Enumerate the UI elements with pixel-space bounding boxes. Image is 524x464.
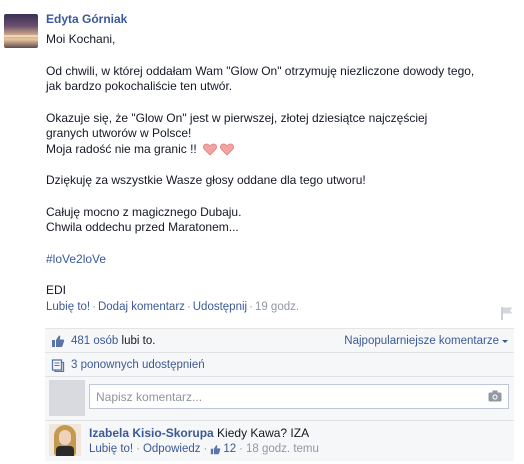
thumbs-up-icon bbox=[52, 335, 65, 347]
feedback-box: 481 osób lubi to. Najpopularniejsze kome… bbox=[45, 328, 514, 461]
caret-down-icon bbox=[502, 339, 508, 343]
comment-like-link[interactable]: Lubię to! bbox=[89, 443, 133, 455]
post-actions: Lubię to! · Dodaj komentarz · Udostępnij · 19 … bbox=[46, 301, 299, 313]
share-link[interactable]: Udostępnij bbox=[193, 301, 247, 313]
post-paragraph: #loVe2loVe bbox=[46, 252, 516, 268]
post-paragraph: Okazuje się, że "Glow On" jest w pierwsz… bbox=[46, 111, 516, 158]
comment-line: Izabela Kisio-Skorupa Kiedy Kawa? IZA bbox=[89, 426, 309, 440]
post-line: Okazuje się, że "Glow On" jest w pierwsz… bbox=[46, 110, 428, 125]
author-avatar[interactable] bbox=[4, 14, 38, 48]
comment: Izabela Kisio-Skorupa Kiedy Kawa? IZA Lu… bbox=[45, 421, 514, 461]
camera-icon[interactable] bbox=[488, 390, 502, 402]
comment-input[interactable]: Napisz komentarz... bbox=[89, 384, 509, 409]
avatar-body bbox=[56, 446, 74, 456]
post-paragraph: Całuję mocno z magicznego Dubaju. Chwila… bbox=[46, 205, 516, 236]
likes-count-link[interactable]: 481 osób bbox=[71, 335, 118, 347]
top-comments-label: Najpopularniejsze komentarze bbox=[344, 334, 499, 347]
post-line: Dziękuję za wszystkie Wasze głosy oddane… bbox=[46, 173, 366, 187]
flag-icon[interactable] bbox=[500, 306, 514, 320]
shares-link[interactable]: 3 ponownych udostępnień bbox=[71, 359, 205, 371]
top-comments-dropdown[interactable]: Najpopularniejsze komentarze bbox=[344, 335, 508, 347]
post-line: Od chwili, w której oddałam Wam "Glow On… bbox=[46, 63, 475, 78]
post-timestamp[interactable]: 19 godz. bbox=[255, 301, 299, 313]
share-icon bbox=[51, 358, 65, 372]
avatar-horizon bbox=[4, 35, 38, 37]
post-line: granych utworów w Polsce! bbox=[46, 126, 192, 140]
post-paragraph: Od chwili, w której oddałam Wam "Glow On… bbox=[46, 64, 516, 95]
add-comment-link[interactable]: Dodaj komentarz bbox=[98, 301, 185, 313]
likes-suffix: lubi to. bbox=[118, 334, 156, 347]
comment-placeholder: Napisz komentarz... bbox=[96, 390, 203, 404]
comment-timestamp[interactable]: 18 godz. temu bbox=[246, 443, 319, 455]
avatar-face bbox=[59, 430, 71, 445]
compose-row: Napisz komentarz... bbox=[45, 377, 514, 421]
reply-link[interactable]: Odpowiedz bbox=[143, 443, 201, 455]
separator: · bbox=[239, 443, 243, 455]
post-author-link[interactable]: Edyta Górniak bbox=[46, 12, 127, 26]
hashtag-link[interactable]: #loVe2loVe bbox=[46, 252, 106, 266]
heart-icon bbox=[203, 143, 218, 156]
like-link[interactable]: Lubię to! bbox=[46, 301, 90, 313]
separator: · bbox=[203, 443, 208, 455]
comment-meta: Lubię to! · Odpowiedz · 12 · 18 godz. temu bbox=[89, 443, 319, 455]
post-line: jak bardzo pokochaliście ten utwór. bbox=[46, 79, 233, 93]
shares-row: 3 ponownych udostępnień bbox=[45, 353, 514, 377]
post-line: Chwila oddechu przed Maratonem... bbox=[46, 220, 239, 234]
comment-likes-count[interactable]: 12 bbox=[223, 443, 236, 455]
post-paragraph: EDI bbox=[46, 283, 516, 299]
post-line: Moja radość nie ma granic !! bbox=[46, 141, 197, 156]
post-line: Całuję mocno z magicznego Dubaju. bbox=[46, 204, 242, 219]
separator: · bbox=[186, 301, 191, 313]
separator: · bbox=[249, 301, 253, 313]
comment-text: Kiedy Kawa? IZA bbox=[217, 426, 310, 440]
post-paragraph: Moi Kochani, bbox=[46, 32, 516, 48]
post-paragraph: Dziękuję za wszystkie Wasze głosy oddane… bbox=[46, 173, 516, 189]
post-body: Moi Kochani, Od chwili, w której oddałam… bbox=[46, 32, 516, 315]
likes-row: 481 osób lubi to. Najpopularniejsze kome… bbox=[45, 329, 514, 353]
separator: · bbox=[92, 301, 96, 313]
post-line: Moi Kochani, bbox=[46, 32, 116, 46]
separator: · bbox=[136, 443, 140, 455]
commenter-name-link[interactable]: Izabela Kisio-Skorupa bbox=[89, 426, 214, 440]
commenter-avatar[interactable] bbox=[49, 424, 81, 456]
thumbs-up-icon bbox=[211, 444, 221, 454]
heart-icon bbox=[220, 143, 235, 156]
hearts-emoticons bbox=[203, 143, 235, 156]
post-signature: EDI bbox=[46, 283, 67, 297]
viewer-avatar bbox=[49, 380, 85, 416]
